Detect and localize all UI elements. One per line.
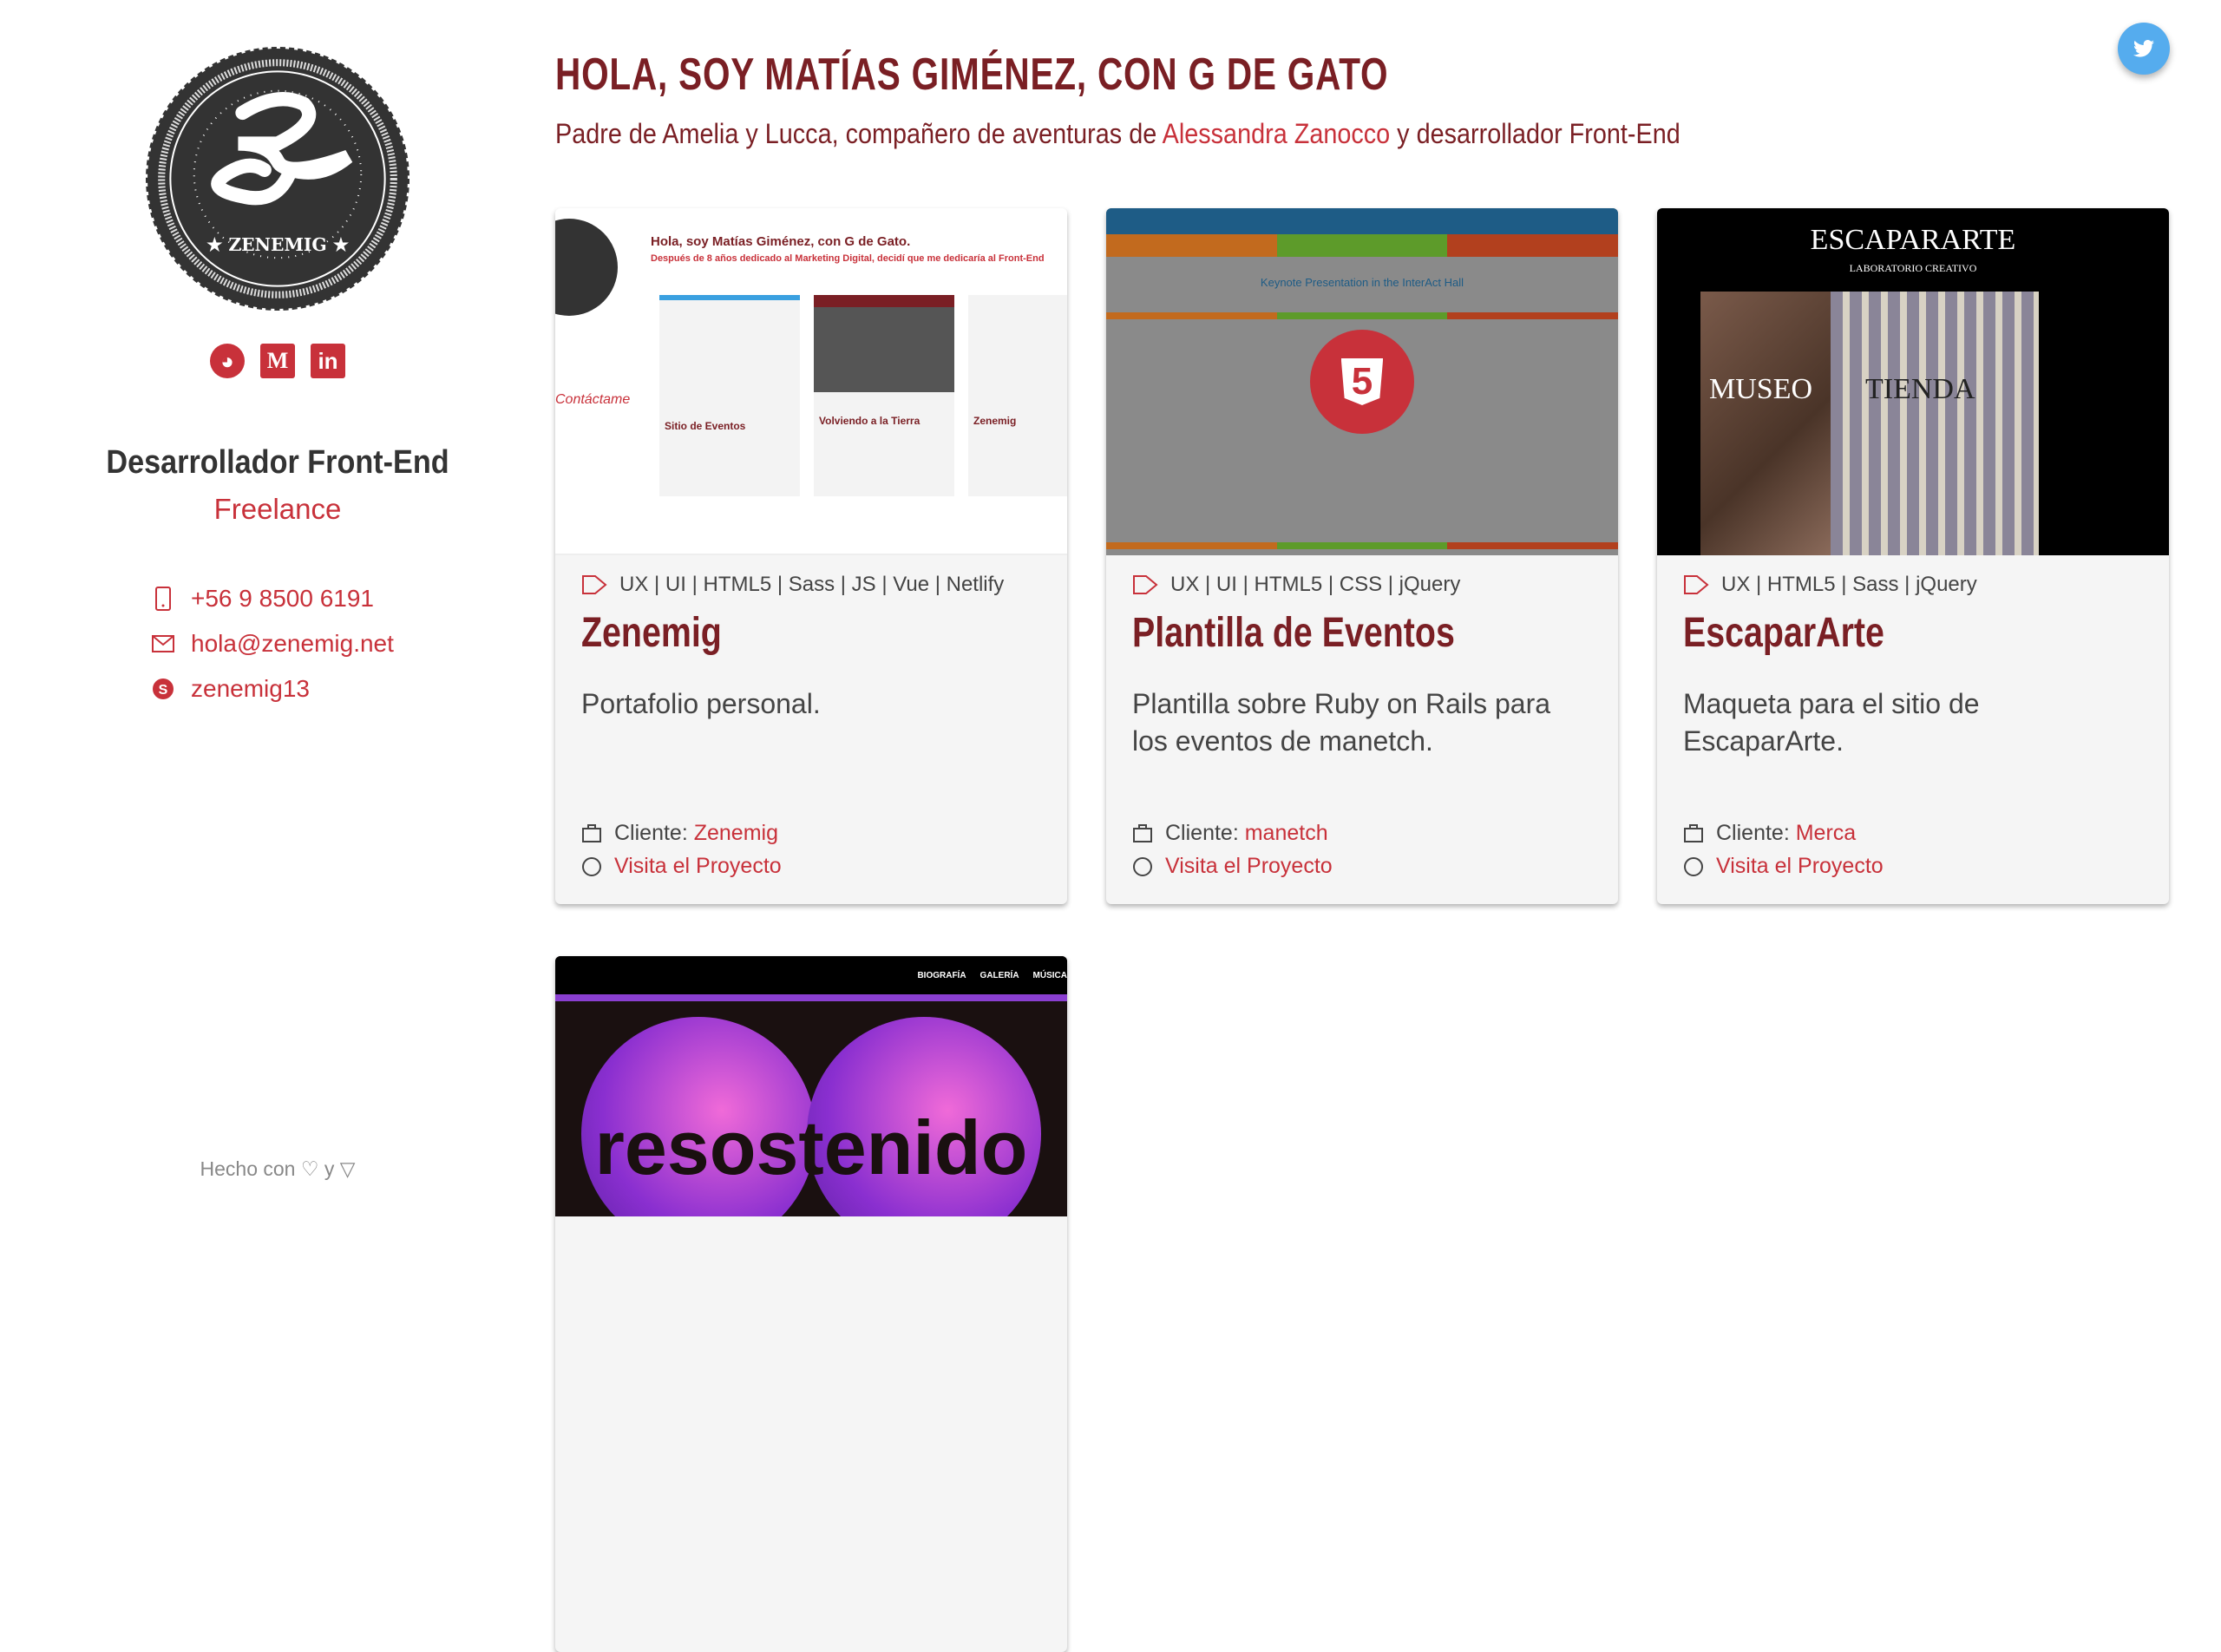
skype-username: zenemig13 bbox=[191, 675, 310, 702]
status-label: Freelance bbox=[213, 493, 342, 525]
twitter-button[interactable] bbox=[2118, 23, 2170, 75]
sidebar: ★ ZENEMIG ★ ◕ M in Desarrollador Front-E… bbox=[0, 0, 555, 1208]
project-preview[interactable]: Keynote Presentation in the InterAct Hal… bbox=[1106, 208, 1618, 555]
visit-row: Visita el Proyecto bbox=[1683, 854, 1884, 879]
project-title: EscaparArte bbox=[1683, 610, 1884, 656]
subtitle-text-end: y desarrollador Front-End bbox=[1390, 118, 1680, 149]
visit-project-link[interactable]: Visita el Proyecto bbox=[1716, 854, 1884, 879]
footer-credit: Hecho con ♡ y ▽ bbox=[0, 1157, 555, 1181]
mail-icon bbox=[147, 635, 179, 652]
tag-icon bbox=[1684, 575, 1709, 594]
visit-project-link[interactable]: Visita el Proyecto bbox=[1165, 854, 1333, 879]
heart-icon: ♡ bbox=[300, 1157, 319, 1180]
contact-list: +56 9 8500 6191 hola@zenemig.net S zenem… bbox=[147, 576, 394, 711]
tag-list: UX | UI | HTML5 | Sass | JS | Vue | Netl… bbox=[581, 573, 1004, 597]
preview-nav-item: Biografía bbox=[917, 970, 966, 980]
card-body: UX | UI | HTML5 | Sass | JS | Vue | Netl… bbox=[555, 555, 1067, 904]
tags-text: UX | UI | HTML5 | CSS | jQuery bbox=[1170, 573, 1461, 596]
html5-badge: 5 bbox=[1310, 330, 1414, 434]
project-card-resostenido[interactable]: Biografía Galería Música resostenido bbox=[555, 956, 1067, 1652]
globe-icon bbox=[1684, 856, 1703, 876]
visit-row: Visita el Proyecto bbox=[581, 854, 782, 879]
preview-brand: EscaparArte bbox=[1810, 224, 2016, 256]
briefcase-icon bbox=[582, 823, 601, 842]
client-label: Cliente: bbox=[1716, 821, 1790, 845]
subtitle-text: Padre de Amelia y Lucca, compañero de av… bbox=[555, 118, 1163, 149]
linkedin-icon[interactable]: in bbox=[311, 344, 345, 378]
svg-text:S: S bbox=[159, 683, 168, 698]
globe-icon bbox=[1133, 856, 1152, 876]
page-title: Hola, soy Matías Giménez, con G de Gato bbox=[555, 49, 1389, 100]
project-card-eventos[interactable]: Keynote Presentation in the InterAct Hal… bbox=[1106, 208, 1618, 904]
html5-icon: 5 bbox=[1340, 358, 1384, 405]
tags-text: UX | UI | HTML5 | Sass | JS | Vue | Netl… bbox=[619, 573, 1005, 596]
briefcase-icon bbox=[1133, 823, 1152, 842]
project-preview[interactable]: Hola, soy Matías Giménez, con G de Gato.… bbox=[555, 208, 1067, 555]
footer-text: Hecho con bbox=[200, 1157, 296, 1180]
client-row: Cliente: Zenemig bbox=[581, 821, 778, 846]
svg-text:★ ZENEMIG ★: ★ ZENEMIG ★ bbox=[206, 234, 349, 255]
preview-heading: Keynote Presentation in the InterAct Hal… bbox=[1260, 276, 1464, 289]
client-row: Cliente: manetch bbox=[1132, 821, 1328, 846]
preview-nav-item: Galería bbox=[979, 970, 1019, 980]
preview-tagline: Laboratorio Creativo bbox=[1849, 262, 1977, 274]
partner-link[interactable]: Alessandra Zanocco bbox=[1163, 118, 1391, 149]
email-address: hola@zenemig.net bbox=[191, 630, 394, 657]
preview-nav-item: Música bbox=[1032, 970, 1067, 980]
preview-tienda: Tienda bbox=[1865, 373, 1975, 405]
github-icon[interactable]: ◕ bbox=[210, 344, 245, 378]
project-description: Maqueta para el sitio de EscaparArte. bbox=[1683, 688, 1980, 757]
contact-skype[interactable]: S zenemig13 bbox=[147, 666, 394, 711]
project-preview[interactable]: Biografía Galería Música resostenido bbox=[555, 956, 1067, 1216]
client-label: Cliente: bbox=[614, 821, 688, 845]
preview-museo: Museo bbox=[1709, 373, 1813, 405]
social-links: ◕ M in bbox=[0, 344, 555, 378]
zenemig-logo[interactable]: ★ ZENEMIG ★ bbox=[146, 47, 409, 311]
tags-text: UX | HTML5 | Sass | jQuery bbox=[1721, 573, 1977, 596]
skype-icon: S bbox=[147, 678, 179, 700]
project-card-escaparte[interactable]: EscaparArte Laboratorio Creativo Museo T… bbox=[1657, 208, 2169, 904]
briefcase-icon bbox=[1684, 823, 1703, 842]
client-link[interactable]: Zenemig bbox=[694, 821, 778, 846]
project-title: Zenemig bbox=[581, 610, 722, 656]
card-body: UX | HTML5 | Sass | jQuery EscaparArte M… bbox=[1657, 555, 2169, 904]
tag-list: UX | HTML5 | Sass | jQuery bbox=[1683, 573, 1977, 597]
preview-heading: Hola, soy Matías Giménez, con G de Gato. bbox=[651, 234, 911, 249]
vue-icon: ▽ bbox=[339, 1157, 356, 1180]
client-row: Cliente: Merca bbox=[1683, 821, 1856, 846]
project-description: Plantilla sobre Ruby on Rails para los e… bbox=[1132, 688, 1551, 757]
project-description: Portafolio personal. bbox=[581, 688, 821, 719]
client-link[interactable]: Merca bbox=[1796, 821, 1856, 846]
preview-item: Zenemig bbox=[973, 415, 1017, 427]
client-link[interactable]: manetch bbox=[1245, 821, 1328, 846]
medium-icon[interactable]: M bbox=[260, 344, 295, 378]
contact-email[interactable]: hola@zenemig.net bbox=[147, 621, 394, 666]
tag-icon bbox=[1133, 575, 1158, 594]
preview-item: Volviendo a la Tierra bbox=[819, 415, 921, 427]
preview-contact: Contáctame bbox=[555, 392, 631, 407]
visit-row: Visita el Proyecto bbox=[1132, 854, 1333, 879]
twitter-icon bbox=[2133, 40, 2154, 57]
page-subtitle: Padre de Amelia y Lucca, compañero de av… bbox=[555, 118, 1680, 150]
footer-and: y bbox=[324, 1157, 335, 1180]
phone-icon bbox=[147, 587, 179, 611]
role-title: Desarrollador Front-End bbox=[106, 444, 449, 481]
client-label: Cliente: bbox=[1165, 821, 1239, 845]
project-title: Plantilla de Eventos bbox=[1132, 610, 1455, 656]
contact-phone[interactable]: +56 9 8500 6191 bbox=[147, 576, 394, 621]
globe-icon bbox=[582, 856, 601, 876]
tag-list: UX | UI | HTML5 | CSS | jQuery bbox=[1132, 573, 1460, 597]
tag-icon bbox=[582, 575, 607, 594]
preview-sub: Después de 8 años dedicado al Marketing … bbox=[651, 253, 1045, 264]
visit-project-link[interactable]: Visita el Proyecto bbox=[614, 854, 782, 879]
project-card-zenemig[interactable]: Hola, soy Matías Giménez, con G de Gato.… bbox=[555, 208, 1067, 904]
project-preview[interactable]: EscaparArte Laboratorio Creativo Museo T… bbox=[1657, 208, 2169, 555]
preview-item: Sitio de Eventos bbox=[665, 420, 746, 432]
phone-number: +56 9 8500 6191 bbox=[191, 585, 374, 612]
card-body: UX | UI | HTML5 | CSS | jQuery Plantilla… bbox=[1106, 555, 1618, 904]
preview-logo: resostenido bbox=[594, 1105, 1028, 1190]
